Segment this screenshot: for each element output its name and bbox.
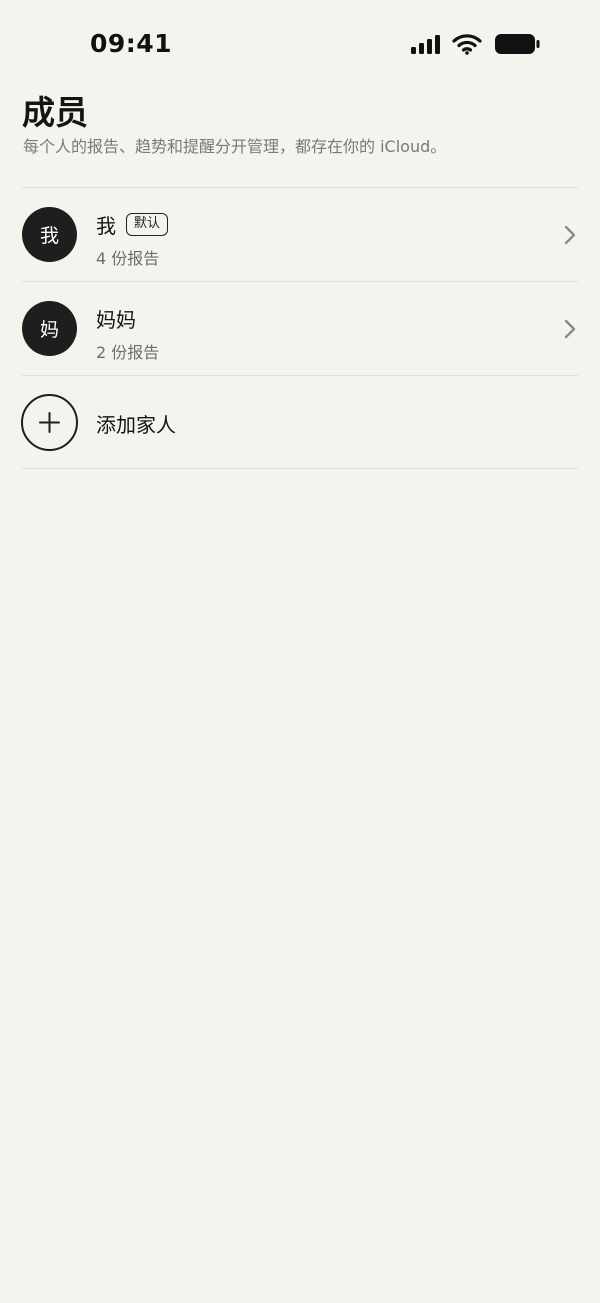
add-avatar (21, 394, 78, 451)
chevron-right-icon (564, 225, 576, 245)
avatar: 妈 (22, 301, 77, 356)
status-bar: 09:41 (0, 0, 600, 80)
report-count: 2 份报告 (96, 343, 160, 362)
members-screen: 09:41 成员 每个人的报告、趋势和提醒分开管理，都存在你的 iCloud。 … (0, 0, 600, 1303)
page-title: 成员 (22, 93, 88, 132)
cellular-signal-icon (410, 34, 442, 54)
page-subtitle: 每个人的报告、趋势和提醒分开管理，都存在你的 iCloud。 (23, 137, 447, 156)
avatar-initial: 妈 (39, 319, 59, 341)
add-family-label: 添加家人 (96, 413, 176, 437)
chevron-right-icon (564, 319, 576, 339)
default-badge: 默认 (126, 213, 169, 236)
avatar: 我 (22, 207, 77, 262)
battery-icon (494, 33, 540, 55)
divider (22, 468, 578, 469)
avatar-initial: 我 (39, 225, 59, 247)
wifi-icon (452, 33, 482, 55)
member-row-me[interactable]: 我 我 默认 4 份报告 (0, 188, 600, 282)
member-name: 妈妈 (96, 308, 136, 332)
add-family-member-button[interactable]: 添加家人 (0, 376, 600, 470)
member-row-mom[interactable]: 妈 妈妈 2 份报告 (0, 282, 600, 376)
member-name: 我 (96, 214, 116, 238)
plus-icon (39, 412, 60, 433)
member-name-line: 妈妈 (96, 304, 136, 333)
status-time: 09:41 (90, 29, 173, 58)
status-icons (410, 33, 540, 55)
report-count: 4 份报告 (96, 249, 160, 268)
member-name-line: 我 默认 (96, 210, 169, 239)
